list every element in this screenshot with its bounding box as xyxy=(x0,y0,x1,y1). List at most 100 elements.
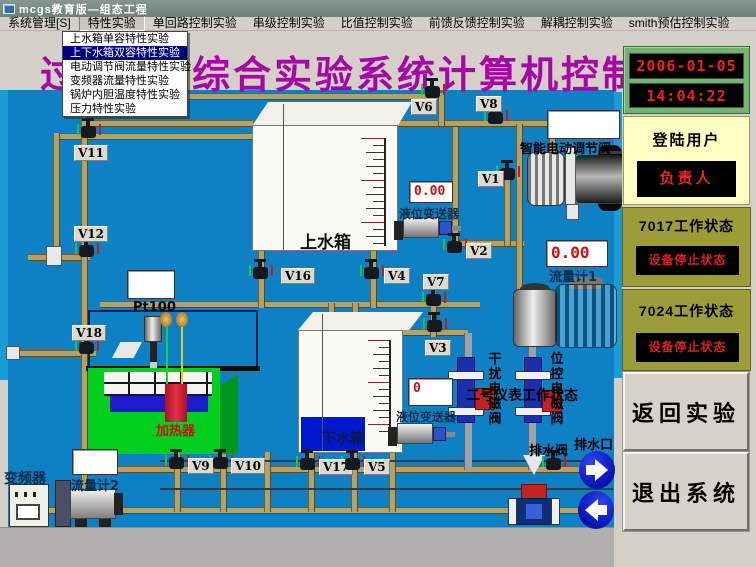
v2-valve-icon[interactable] xyxy=(447,241,462,253)
pipe-vertical xyxy=(53,133,60,262)
menu-smith-predictive[interactable]: smith预估控制实验 xyxy=(621,17,738,30)
v10-valve-icon[interactable] xyxy=(213,457,228,469)
upper-tank-edge xyxy=(283,104,284,250)
v18-valve-label: V18 xyxy=(72,325,106,341)
drain-outlet-label: 排水口 xyxy=(574,434,613,453)
valve-open-indicator xyxy=(77,124,79,135)
pump-foot xyxy=(99,519,111,527)
menu-inverter-flow[interactable]: 变频器流量特性实验 xyxy=(63,74,187,88)
valve-close-indicator xyxy=(518,166,520,177)
status-7017-title: 7017工作状态 xyxy=(623,216,750,236)
v3-valve-icon[interactable] xyxy=(427,320,442,332)
menu-pressure[interactable]: 压力特性实验 xyxy=(63,102,187,116)
window-title: mcgs教育版—组态工程 xyxy=(19,1,148,17)
v7-valve-icon[interactable] xyxy=(426,294,441,306)
login-label: 登陆用户 xyxy=(624,129,749,150)
lower-tank-scale xyxy=(367,340,391,438)
solenoid-flange xyxy=(515,371,551,380)
smart-valve-actuator-icon[interactable] xyxy=(576,155,622,203)
menu-upper-tank-single[interactable]: 上水箱单容特性实验 xyxy=(63,32,187,46)
lower-level-transmitter-label: 液位变送器 xyxy=(396,408,456,425)
v5-valve-icon[interactable] xyxy=(345,458,360,470)
menu-cascade[interactable]: 串级控制实验 xyxy=(245,17,333,30)
v18-valve-icon[interactable] xyxy=(79,342,94,354)
v9-valve-icon[interactable] xyxy=(169,457,184,469)
sensor-lead-green xyxy=(166,327,168,387)
floor xyxy=(0,527,614,567)
v8-valve-label: V8 xyxy=(476,96,502,112)
mcgs-window: mcgs教育版—组态工程 系统管理[S]特性实验单回路控制实验串级控制实验比值控… xyxy=(0,0,756,567)
upper-level-display: 0.00 xyxy=(409,181,453,203)
menu-decoupling[interactable]: 解耦控制实验 xyxy=(533,17,621,30)
transmitter-icon xyxy=(388,427,397,446)
flowmeter2-display xyxy=(72,449,118,475)
valve-open-indicator xyxy=(360,265,362,276)
v11-valve-label: V11 xyxy=(74,145,108,161)
disturb-solenoid-label: 干扰电磁阀 xyxy=(487,352,503,427)
v12-valve-icon[interactable] xyxy=(79,245,94,257)
v8-valve-icon[interactable] xyxy=(488,112,503,124)
title-bar: mcgs教育版—组态工程 xyxy=(0,0,756,17)
v10-valve-label: V10 xyxy=(231,458,265,474)
heater-inner-water xyxy=(110,396,208,412)
lower-tank-label: 下水箱 xyxy=(322,428,364,448)
upper-tank-scale xyxy=(360,138,386,246)
heater-inner-tank xyxy=(104,372,212,396)
status-7024-panel: 7024工作状态 设备停止状态 xyxy=(622,289,751,371)
heater-element-icon xyxy=(165,384,187,422)
menu-boiler-temp[interactable]: 锅炉内胆温度特性实验 xyxy=(63,88,187,102)
menu-characteristic-exp[interactable]: 特性实验 xyxy=(79,16,145,31)
valve-close-indicator xyxy=(97,340,99,351)
valve-open-indicator xyxy=(422,292,424,303)
v11-valve-icon[interactable] xyxy=(81,126,96,138)
pump-mount xyxy=(55,480,71,527)
v16-valve-icon[interactable] xyxy=(253,267,268,279)
smart-valve-display xyxy=(547,110,620,139)
v3-valve-label: V3 xyxy=(425,340,451,356)
status-7017-panel: 7017工作状态 设备停止状态 xyxy=(622,207,751,287)
menu-system-manage[interactable]: 系统管理[S] xyxy=(0,17,79,30)
back-to-experiment-button[interactable]: 返回实验 xyxy=(623,372,749,451)
v6-valve-label: V6 xyxy=(411,99,437,115)
tee-joint xyxy=(46,246,62,266)
valve-open-indicator xyxy=(75,243,77,254)
banner-title: 综合实验系统计算机控制 xyxy=(192,44,643,99)
time-display: 14:04:22 xyxy=(629,83,744,108)
valve-open-indicator xyxy=(75,340,77,351)
valve-close-indicator xyxy=(445,318,447,329)
v17-valve-icon[interactable] xyxy=(300,458,315,470)
menu-valve-flow[interactable]: 电动调节阀流量特性实验 xyxy=(63,60,187,74)
transmitter-body-icon xyxy=(397,423,433,444)
menu-upper-lower-dual[interactable]: 上下水箱双容特性实验 xyxy=(63,46,187,60)
valve-open-indicator xyxy=(421,84,423,95)
v7-valve-label: V7 xyxy=(423,274,449,290)
transmitter-rod xyxy=(446,432,455,437)
em-flowmeter-flange xyxy=(551,498,560,525)
pt100-tip-icon xyxy=(150,362,157,368)
pump-foot xyxy=(75,519,87,527)
upper-tank-label: 上水箱 xyxy=(300,228,351,253)
menu-single-loop[interactable]: 单回路控制实验 xyxy=(145,17,245,30)
heater-label: 加热器 xyxy=(156,420,195,439)
smart-valve-tab xyxy=(566,204,579,220)
v9-valve-label: V9 xyxy=(188,458,214,474)
characteristic-exp-dropdown: 上水箱单容特性实验上下水箱双容特性实验电动调节阀流量特性实验变频器流量特性实验锅… xyxy=(62,31,188,117)
valve-close-indicator xyxy=(443,84,445,95)
app-icon xyxy=(3,4,15,14)
pump-cap xyxy=(114,493,123,515)
pt100-display xyxy=(127,270,175,299)
menu-bar: 系统管理[S]特性实验单回路控制实验串级控制实验比值控制实验前馈反馈控制实验解耦… xyxy=(0,17,756,31)
level-solenoid-label: 位控电磁阀 xyxy=(549,352,565,427)
heater-tank-side xyxy=(220,374,238,454)
v1-valve-label: V1 xyxy=(478,171,504,187)
menu-ratio[interactable]: 比值控制实验 xyxy=(333,17,421,30)
pump-arrow-left-icon[interactable] xyxy=(578,491,614,529)
v4-valve-icon[interactable] xyxy=(364,267,379,279)
menu-feedforward-feedback[interactable]: 前馈反馈控制实验 xyxy=(421,17,533,30)
v6-valve-icon[interactable] xyxy=(425,86,440,98)
exit-system-button[interactable]: 退出系统 xyxy=(623,452,749,531)
v2-valve-label: V2 xyxy=(466,243,492,259)
drain-valve-icon[interactable] xyxy=(546,458,561,470)
pump-arrow-right-icon[interactable] xyxy=(579,451,615,489)
valve-open-indicator xyxy=(296,456,298,467)
